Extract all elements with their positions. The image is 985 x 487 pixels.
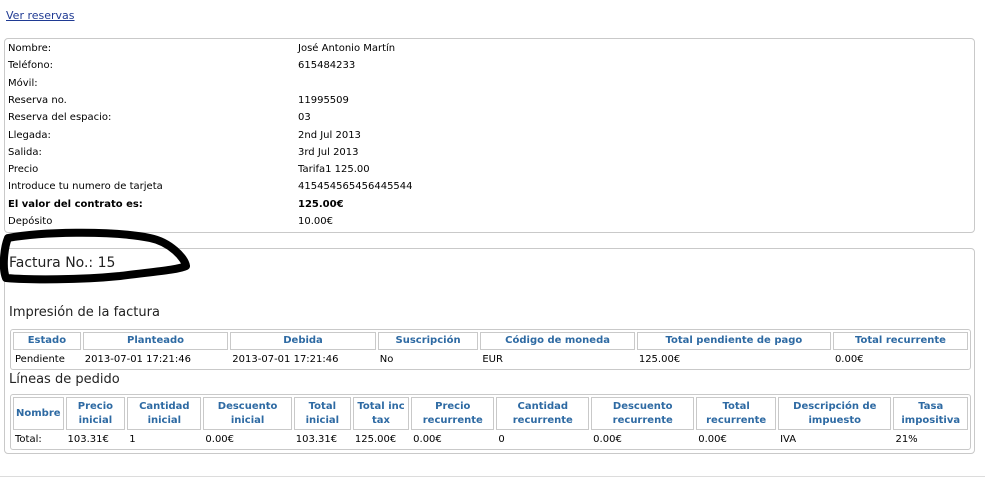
- table-row: Total: 103.31€ 1 0.00€ 103.31€ 125.00€ 0.00€ 0 0…: [13, 432, 968, 447]
- column-header: Cantidad inicial: [127, 397, 202, 430]
- column-header: Suscripción: [377, 332, 479, 350]
- detail-label: Reserva no.: [8, 94, 67, 106]
- column-header: Precio inicial: [65, 397, 126, 430]
- ver-reservas-link[interactable]: Ver reservas: [6, 9, 75, 22]
- detail-label: Teléfono:: [8, 60, 53, 72]
- detail-label: Introduce tu numero de tarjeta: [8, 181, 163, 193]
- table-cell: Total:: [15, 434, 42, 445]
- reservation-details-panel: Nombre: José Antonio Martín Teléfono: 61548…: [4, 38, 975, 233]
- table-cell: 21%: [895, 434, 918, 445]
- column-header: Descripción de impuesto: [778, 397, 892, 430]
- column-header: Descuento inicial: [203, 397, 292, 430]
- table-cell: 1: [129, 434, 136, 445]
- order-lines-section-title: Líneas de pedido: [9, 372, 120, 387]
- column-header: Nombre: [13, 397, 64, 430]
- detail-value: 10.00€: [298, 216, 333, 227]
- detail-value: 615484233: [298, 60, 356, 72]
- column-header: Cantidad recurrente: [496, 397, 590, 430]
- detail-value: Tarifa1 125.00: [298, 164, 370, 176]
- column-header: Total recurrente: [832, 332, 968, 350]
- detail-label: El valor del contrato es:: [8, 198, 143, 210]
- order-lines-table: Nombre Precio inicial Cantidad inicial Desc…: [10, 394, 971, 450]
- table-cell: 0.00€: [205, 434, 235, 445]
- detail-value: 11995509: [298, 94, 349, 106]
- detail-value: 2nd Jul 2013: [298, 129, 361, 141]
- print-section-title: Impresión de la factura: [9, 305, 160, 320]
- table-cell: 103.31€: [295, 434, 338, 445]
- table-cell: 0.00€: [834, 354, 864, 365]
- table-cell: 103.31€: [67, 434, 109, 445]
- table-cell: 125.00€: [638, 354, 681, 365]
- table-cell: Pendiente: [15, 354, 65, 365]
- table-cell: 2013-07-01 17:21:46: [84, 354, 192, 365]
- detail-label: Llegada:: [8, 129, 51, 141]
- column-header: Estado: [13, 332, 81, 350]
- column-header: Total pendiente de pago: [636, 332, 831, 350]
- footer-divider: [0, 476, 985, 477]
- table-cell: 2013-07-01 17:21:46: [232, 354, 339, 365]
- column-header: Precio recurrente: [411, 397, 495, 430]
- table-cell: EUR: [482, 354, 503, 365]
- column-header: Código de moneda: [480, 332, 635, 350]
- column-header: Planteado: [82, 332, 229, 350]
- detail-label: Nombre:: [8, 43, 52, 54]
- table-cell: 0.00€: [593, 434, 622, 445]
- table-cell: 0.00€: [698, 434, 727, 445]
- detail-label: Reserva del espacio:: [8, 112, 112, 124]
- column-header: Debida: [230, 332, 376, 350]
- table-cell: No: [379, 354, 394, 365]
- detail-value: 3rd Jul 2013: [298, 146, 359, 158]
- table-cell: 125.00€: [354, 434, 397, 445]
- invoice-panel: Factura No.: 15 Impresión de la factura …: [4, 248, 975, 454]
- column-header: Tasa impositiva: [893, 397, 968, 430]
- detail-value: 125.00€: [298, 198, 344, 210]
- invoice-print-table: Estado Planteado Debida Suscripción Código d…: [10, 329, 971, 370]
- column-header: Total inc tax: [352, 397, 410, 430]
- table-row: Pendiente 2013-07-01 17:21:46 2013-07-01 1…: [13, 352, 968, 367]
- detail-value: José Antonio Martín: [298, 43, 396, 54]
- detail-label: Salida:: [8, 146, 42, 158]
- detail-value: 03: [298, 112, 311, 124]
- table-cell: IVA: [780, 434, 797, 445]
- detail-value: 415454565456445544: [298, 181, 413, 193]
- detail-label: Depósito: [8, 216, 53, 227]
- invoice-title: Factura No.: 15: [9, 255, 116, 271]
- table-cell: 0.00€: [413, 434, 442, 445]
- column-header: Total recurrente: [696, 397, 777, 430]
- column-header: Descuento recurrente: [591, 397, 695, 430]
- detail-label: Móvil:: [8, 77, 38, 89]
- column-header: Total inicial: [293, 397, 351, 430]
- detail-label: Precio: [8, 164, 39, 176]
- table-cell: 0: [498, 434, 505, 445]
